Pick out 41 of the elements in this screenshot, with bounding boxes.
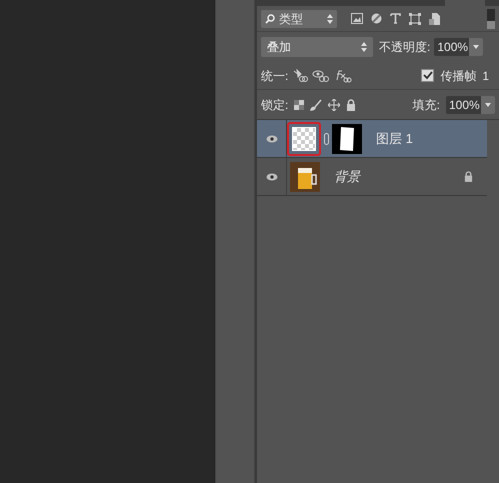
text-icon[interactable] xyxy=(390,13,401,24)
move-icon[interactable] xyxy=(328,98,340,110)
layer-name: 背景 xyxy=(334,168,360,186)
filter-dropdown[interactable]: 类型 xyxy=(261,10,337,28)
pin-icon[interactable] xyxy=(292,68,308,82)
unify-label: 统一: xyxy=(261,68,288,84)
fx-link-icon[interactable] xyxy=(334,68,352,82)
lock-icon[interactable] xyxy=(346,98,356,110)
fill-label: 填充: xyxy=(412,96,440,114)
checkerboard-icon[interactable] xyxy=(294,100,304,110)
filter-label: 类型 xyxy=(279,10,304,28)
blend-mode-dropdown[interactable]: 叠加 xyxy=(261,37,373,57)
caret-icon xyxy=(485,102,491,106)
image-icon[interactable] xyxy=(351,13,363,24)
lock-label: 锁定: xyxy=(261,96,288,114)
opacity-label: 不透明度: xyxy=(379,39,430,56)
caret-icon xyxy=(361,42,367,52)
shape-icon[interactable] xyxy=(409,12,421,24)
fill-field[interactable]: 100% xyxy=(446,96,495,114)
eye-icon[interactable] xyxy=(266,172,278,180)
layer-row[interactable]: 背景 xyxy=(257,158,487,196)
circle-icon[interactable] xyxy=(371,13,382,24)
caret-icon xyxy=(327,14,333,24)
chain-icon[interactable] xyxy=(324,132,329,144)
propagate-label: 传播帧 xyxy=(440,68,476,84)
layer-name: 图层 1 xyxy=(376,130,413,148)
filter-toggle[interactable] xyxy=(487,8,495,28)
layer-row[interactable]: 图层 1 xyxy=(257,120,487,158)
caret-icon xyxy=(473,45,480,49)
eye-icon[interactable] xyxy=(266,134,278,142)
opacity-field[interactable]: 100% xyxy=(434,38,484,56)
check-icon xyxy=(422,71,433,80)
document-icon[interactable] xyxy=(429,12,440,24)
mask-thumbnail[interactable] xyxy=(332,124,362,154)
propagate-checkbox[interactable] xyxy=(421,69,434,82)
frame-number: 1 xyxy=(482,68,489,84)
search-icon xyxy=(265,14,275,24)
beer-mug-thumbnail[interactable] xyxy=(290,162,320,192)
brush-icon[interactable] xyxy=(310,98,322,110)
layer-thumbnail[interactable] xyxy=(287,122,321,156)
eye-link-icon[interactable] xyxy=(312,68,330,82)
